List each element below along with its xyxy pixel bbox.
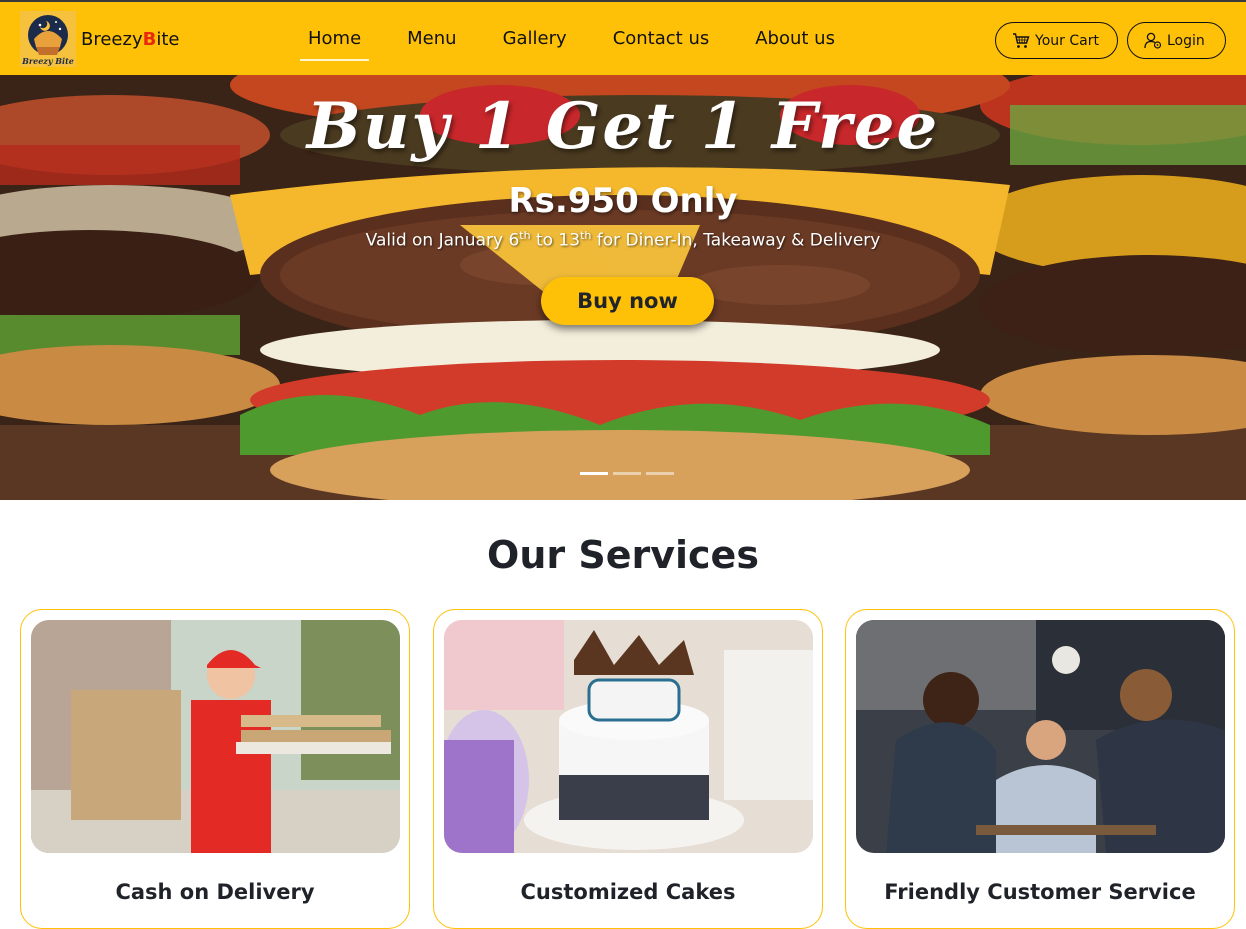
breezy-bite-logo: Breezy Bite: [20, 11, 76, 67]
hero-price: Rs.950 Only: [508, 181, 738, 221]
service-title: Friendly Customer Service: [884, 880, 1196, 904]
service-title: Customized Cakes: [520, 880, 736, 904]
nav-link-about[interactable]: About us: [747, 22, 843, 55]
navbar: Breezy Bite BreezyBite Home Menu Gallery…: [0, 0, 1246, 75]
hero-title: Buy 1 Get 1 Free: [306, 89, 940, 164]
service-title: Cash on Delivery: [115, 880, 315, 904]
brand-name: BreezyBite: [81, 28, 180, 50]
nav-link-gallery[interactable]: Gallery: [495, 22, 575, 55]
carousel-indicators: [580, 472, 679, 475]
delivery-man-image: [31, 620, 400, 853]
svg-text:Breezy Bite: Breezy Bite: [21, 56, 74, 66]
service-card-friendly-customer-service[interactable]: Friendly Customer Service: [845, 609, 1235, 929]
hero-carousel[interactable]: Buy 1 Get 1 Free Rs.950 Only Valid on Ja…: [0, 75, 1246, 500]
service-card-cash-on-delivery[interactable]: Cash on Delivery: [20, 609, 410, 929]
login-label: Login: [1167, 32, 1205, 49]
brand[interactable]: Breezy Bite BreezyBite: [20, 11, 179, 67]
user-icon: [1144, 32, 1162, 49]
nav-link-menu[interactable]: Menu: [399, 22, 464, 55]
your-cart-button[interactable]: Your Cart: [995, 22, 1118, 59]
services-heading: Our Services: [487, 533, 759, 577]
your-cart-label: Your Cart: [1035, 32, 1099, 49]
cart-icon: [1013, 32, 1030, 48]
birthday-cake-image: [444, 620, 813, 853]
buy-now-button[interactable]: Buy now: [541, 277, 714, 325]
hero-validity-text: Valid on January 6th to 13th for Diner-I…: [365, 229, 881, 251]
nav-link-home[interactable]: Home: [300, 22, 370, 61]
carousel-indicator-1[interactable]: [580, 472, 608, 475]
customer-service-image: [856, 620, 1225, 853]
login-button[interactable]: Login: [1127, 22, 1226, 59]
service-card-customized-cakes[interactable]: Customized Cakes: [433, 609, 823, 929]
nav-link-contact[interactable]: Contact us: [605, 22, 718, 55]
carousel-indicator-2[interactable]: [613, 472, 641, 475]
nav-links: Home Menu Gallery Contact us About us: [290, 2, 843, 75]
carousel-indicator-3[interactable]: [646, 472, 674, 475]
